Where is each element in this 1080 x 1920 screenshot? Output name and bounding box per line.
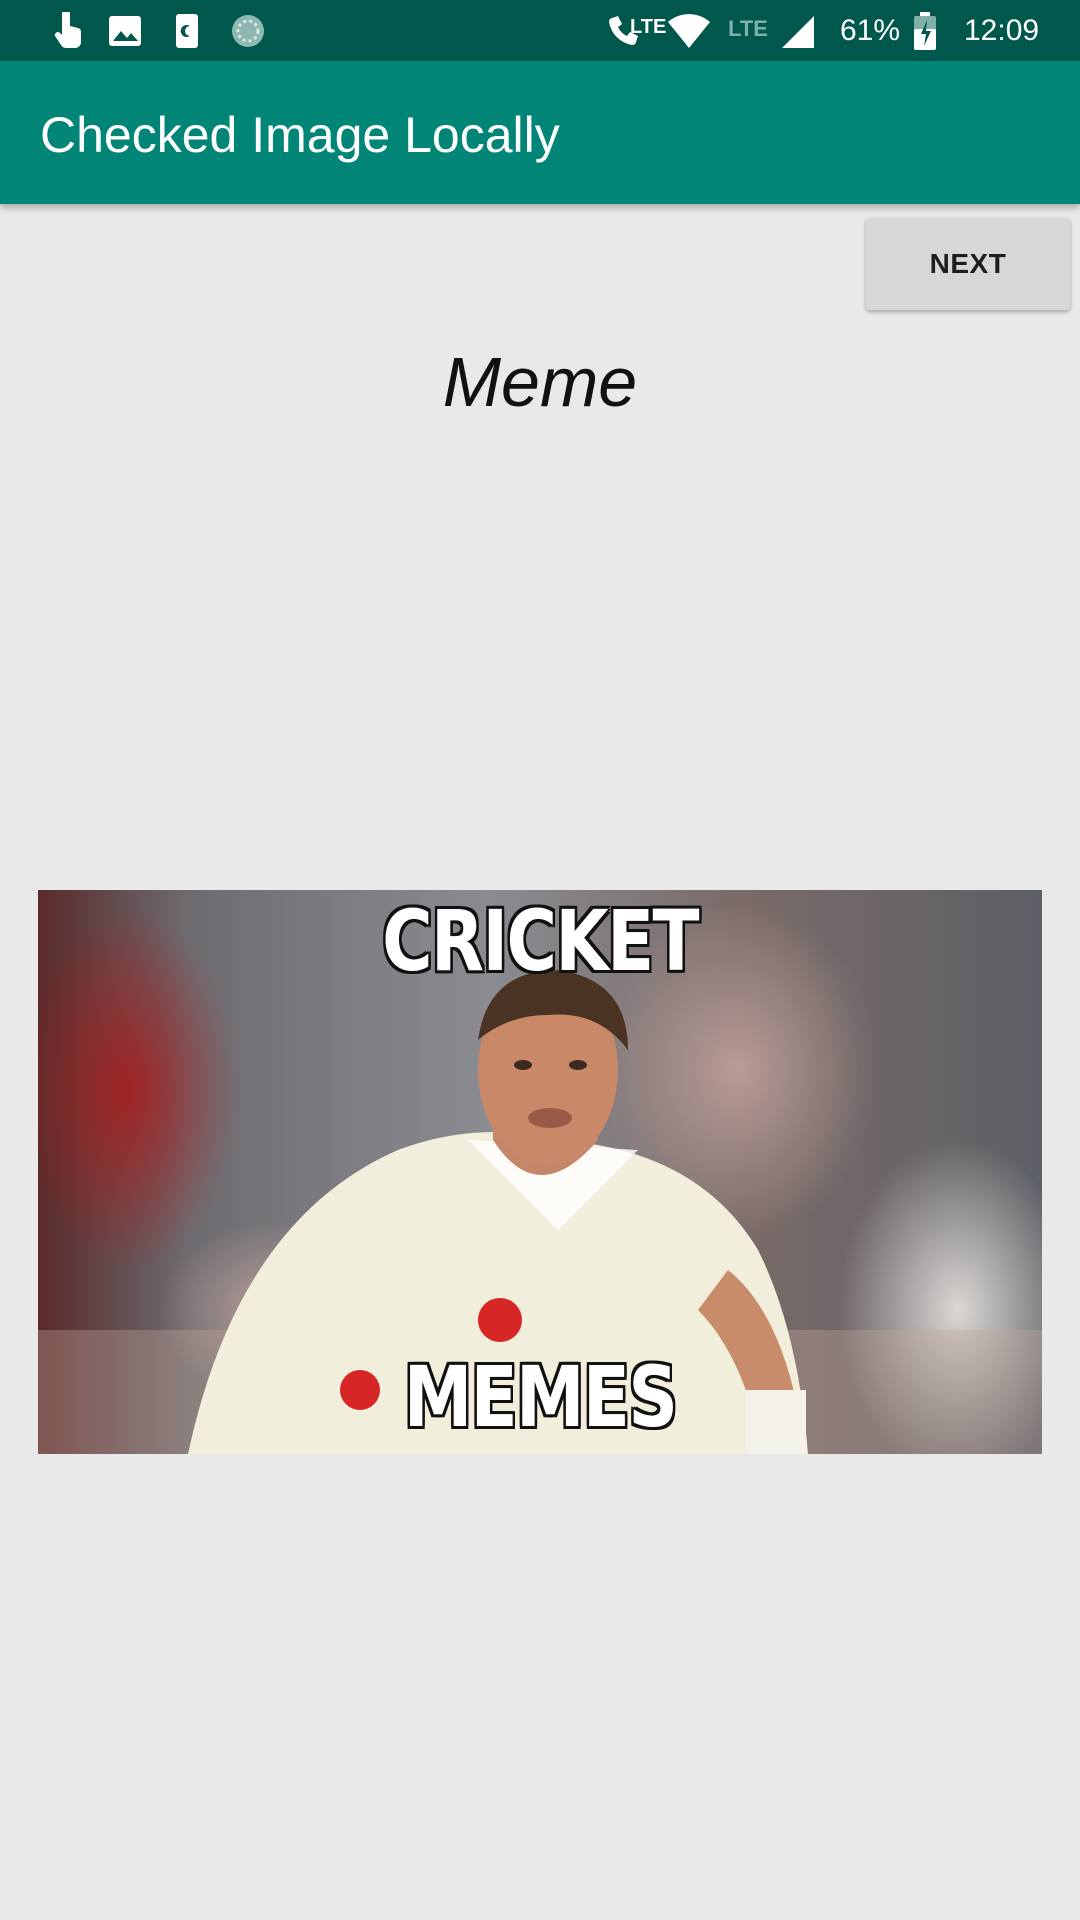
sim-icon bbox=[168, 12, 208, 50]
touch-icon bbox=[48, 10, 88, 50]
sync-icon bbox=[228, 12, 268, 50]
battery-icon bbox=[912, 12, 938, 50]
lte-call-label: LTE bbox=[630, 16, 667, 38]
wifi-icon bbox=[666, 12, 712, 50]
signal-icon bbox=[780, 12, 816, 50]
app-bar: Checked Image Locally bbox=[0, 61, 1080, 204]
network-label: LTE bbox=[728, 16, 768, 41]
meme-caption-top: CRICKET bbox=[382, 892, 699, 990]
next-button[interactable]: NEXT bbox=[866, 218, 1070, 310]
status-bar: LTE LTE 61% 12:09 bbox=[0, 0, 1080, 61]
meme-heading: Meme bbox=[442, 343, 638, 421]
battery-percentage: 61% bbox=[840, 14, 901, 47]
meme-caption-bottom: MEMES bbox=[403, 1348, 678, 1446]
page-title: Checked Image Locally bbox=[40, 107, 560, 163]
meme-image: CRICKET MEMES bbox=[38, 890, 1042, 1454]
clock: 12:09 bbox=[964, 14, 1040, 47]
image-icon bbox=[106, 12, 146, 50]
